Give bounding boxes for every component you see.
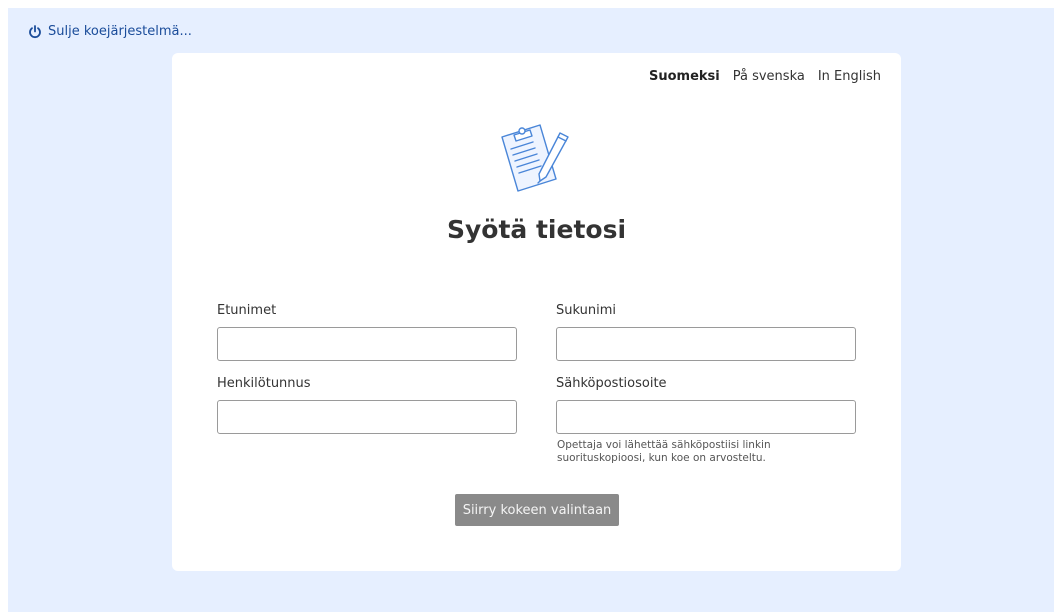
email-label: Sähköpostiosoite xyxy=(556,376,667,391)
page-title: Syötä tietosi xyxy=(446,215,627,244)
email-input[interactable] xyxy=(556,400,856,434)
shutdown-label: Sulje koejärjestelmä... xyxy=(48,24,192,39)
login-card: Suomeksi På svenska In English Syötä tie… xyxy=(172,53,901,571)
language-finnish[interactable]: Suomeksi xyxy=(649,69,720,84)
last-name-label: Sukunimi xyxy=(556,303,616,318)
ssn-field: Henkilötunnus xyxy=(217,376,517,434)
continue-button[interactable]: Siirry kokeen valintaan xyxy=(455,494,619,526)
shutdown-link[interactable]: Sulje koejärjestelmä... xyxy=(28,24,192,39)
language-swedish[interactable]: På svenska xyxy=(733,69,805,84)
last-name-input[interactable] xyxy=(556,327,856,361)
clipboard-pencil-icon xyxy=(501,124,569,192)
first-names-field: Etunimet xyxy=(217,303,517,361)
first-names-label: Etunimet xyxy=(217,303,277,318)
ssn-label: Henkilötunnus xyxy=(217,376,311,391)
language-selector: Suomeksi På svenska In English xyxy=(649,69,881,84)
page-background: Sulje koejärjestelmä... Suomeksi På sven… xyxy=(8,8,1054,612)
power-icon xyxy=(29,24,41,38)
email-field: Sähköpostiosoite xyxy=(556,376,856,434)
ssn-input[interactable] xyxy=(217,400,517,434)
email-hint: Opettaja voi lähettää sähköpostiisi link… xyxy=(557,439,771,464)
last-name-field: Sukunimi xyxy=(556,303,856,361)
first-names-input[interactable] xyxy=(217,327,517,361)
language-english[interactable]: In English xyxy=(818,69,881,84)
